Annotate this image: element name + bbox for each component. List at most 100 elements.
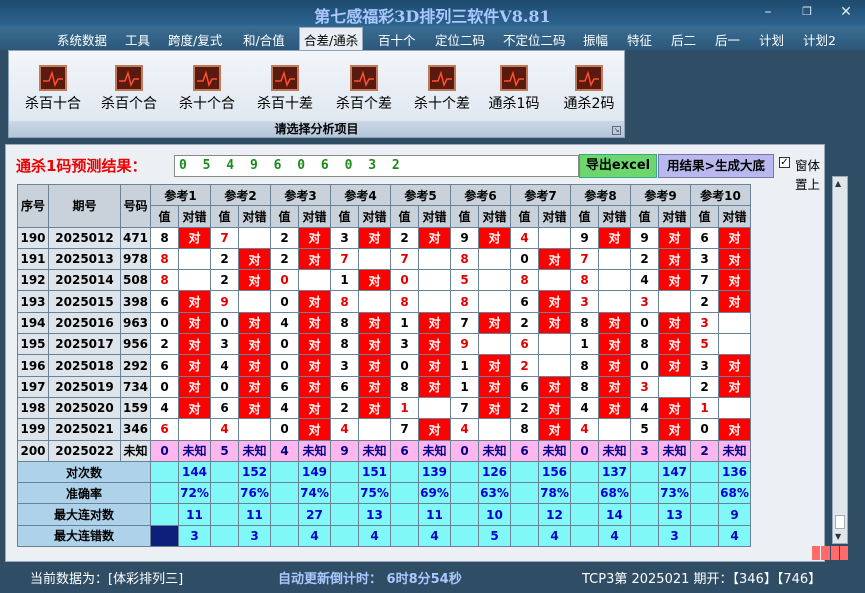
ref-value: 7 <box>390 418 419 441</box>
ref-value: 4 <box>570 396 599 420</box>
miss-cell <box>418 290 451 313</box>
hit-mark: 对 <box>358 396 391 420</box>
menu-item[interactable]: 振幅 <box>583 30 608 49</box>
stats-value: 149 <box>298 460 331 484</box>
hit-mark: 对 <box>598 354 631 377</box>
miss-cell <box>298 269 331 292</box>
ribbon-item[interactable]: 杀十个合 <box>172 65 242 113</box>
close-icon[interactable]: ✕ <box>835 4 857 20</box>
menu-item[interactable]: 和/合值 <box>243 30 285 49</box>
miss-cell <box>538 354 571 377</box>
prediction-result-field[interactable]: 0 5 4 9 6 0 6 0 3 2 <box>174 155 579 177</box>
ref-value: 2 <box>690 290 719 313</box>
hit-mark: 对 <box>658 333 691 356</box>
stats-value: 75% <box>358 482 391 505</box>
menu-item[interactable]: 系统数据 <box>57 30 107 49</box>
menu-item[interactable]: 后一 <box>715 30 740 49</box>
row-seq: 192 <box>17 269 49 292</box>
subheader-result: 对错 <box>358 205 391 228</box>
header-ref: 参考9 <box>630 183 691 207</box>
menu-item[interactable]: 百十个 <box>378 30 416 49</box>
row-seq: 197 <box>17 375 49 398</box>
ribbon-item-label: 杀十个合 <box>179 96 235 112</box>
miss-cell <box>238 226 271 249</box>
row-number: 398 <box>120 290 151 313</box>
ref-value: 7 <box>210 226 239 249</box>
menu-item[interactable]: 不定位二码 <box>503 30 566 49</box>
scroll-thumb[interactable] <box>835 515 845 529</box>
miss-cell <box>598 418 631 441</box>
ref-value: 8 <box>450 290 479 313</box>
stats-value: 12 <box>538 503 571 526</box>
chart-icon <box>575 65 603 91</box>
miss-cell <box>178 269 211 292</box>
unknown-mark: 未知 <box>658 439 691 462</box>
ref-value: 2 <box>510 396 539 420</box>
row-period: 2025013 <box>48 247 121 271</box>
ribbon-item[interactable]: 杀十个差 <box>407 65 477 113</box>
pending-value: 3 <box>630 439 659 462</box>
menu-item[interactable]: 定位二码 <box>435 30 485 49</box>
hit-mark: 对 <box>418 418 451 441</box>
stats-value: 13 <box>658 503 691 526</box>
ref-value: 2 <box>630 247 659 271</box>
row-period: 2025018 <box>48 354 121 377</box>
menu-item[interactable]: 后二 <box>671 30 696 49</box>
subheader-result: 对错 <box>598 205 631 228</box>
ref-value: 7 <box>450 311 479 335</box>
ribbon-item[interactable]: 通杀1码 <box>479 65 549 113</box>
stats-blank <box>690 524 719 548</box>
vertical-scrollbar[interactable]: ▲ ▼ <box>832 176 848 544</box>
export-excel-button[interactable]: 导出excel <box>579 154 657 178</box>
maximize-icon[interactable]: ❐ <box>796 4 818 20</box>
scroll-up-icon[interactable]: ▲ <box>835 179 841 188</box>
ref-value: 0 <box>270 418 299 441</box>
miss-cell <box>358 418 391 441</box>
unknown-mark: 未知 <box>598 439 631 462</box>
ribbon-item-label: 通杀2码 <box>563 96 615 112</box>
menu-item[interactable]: 跨度/复式 <box>168 30 222 49</box>
hit-mark: 对 <box>358 269 391 292</box>
menu-item[interactable]: 工具 <box>125 30 150 49</box>
hit-mark: 对 <box>718 375 751 398</box>
ribbon-item-label: 杀百个合 <box>101 96 157 112</box>
stats-blank <box>450 460 479 484</box>
hit-mark: 对 <box>178 333 211 356</box>
ribbon-item[interactable]: 通杀2码 <box>554 65 624 113</box>
hit-mark: 对 <box>718 226 751 249</box>
ribbon-item[interactable]: 杀百个合 <box>94 65 164 113</box>
menu-item[interactable]: 特征 <box>627 30 652 49</box>
stats-value: 4 <box>298 524 331 548</box>
stats-value: 69% <box>418 482 451 505</box>
stats-value: 68% <box>718 482 751 505</box>
menu-bar: 系统数据 工具 跨度/复式 和/合值 合差/通杀 百十个 定位二码 不定位二码 振幅 特征 后二 后一… <box>0 26 865 53</box>
minimize-icon[interactable]: – <box>757 4 779 20</box>
table-row: 195 2025017 956 2 对 3 对 0 对 8 对 3 对 9 6 1 对 8 对 5 <box>17 333 751 356</box>
ribbon-item[interactable]: 杀百十合 <box>18 65 88 113</box>
ribbon-item[interactable]: 杀百十差 <box>250 65 320 113</box>
latest-draw-text: TCP3第 2025021 期开：【346】【746】 <box>582 572 822 587</box>
ribbon-item[interactable]: 杀百个差 <box>329 65 399 113</box>
stats-blank <box>570 524 599 548</box>
menu-item[interactable]: 计划2 <box>803 30 836 49</box>
analysis-ribbon: 杀百十合 杀百个合 杀十个合 杀百十差 杀百个差 杀十个差 通杀1码 通杀2码 请选择分析项目… <box>8 50 625 138</box>
miss-cell <box>718 396 751 420</box>
ref-value: 3 <box>690 354 719 377</box>
on-top-checkbox[interactable]: ✓ <box>779 157 790 168</box>
ref-value: 6 <box>330 375 359 398</box>
miss-cell <box>598 247 631 271</box>
ribbon-expand-icon[interactable]: ↘ <box>612 126 621 135</box>
ref-value: 4 <box>210 418 239 441</box>
generate-base-button[interactable]: 用结果>生成大底 <box>658 154 774 178</box>
menu-item[interactable]: 计划 <box>759 30 784 49</box>
resize-grip[interactable] <box>812 546 848 560</box>
row-seq: 194 <box>17 311 49 335</box>
stats-blank <box>330 460 359 484</box>
hit-mark: 对 <box>598 226 631 249</box>
stats-value: 63% <box>478 482 511 505</box>
ref-value: 7 <box>450 396 479 420</box>
ref-value: 3 <box>630 375 659 398</box>
scroll-down-icon[interactable]: ▼ <box>835 532 841 541</box>
stats-value: 68% <box>598 482 631 505</box>
ref-value: 8 <box>330 333 359 356</box>
